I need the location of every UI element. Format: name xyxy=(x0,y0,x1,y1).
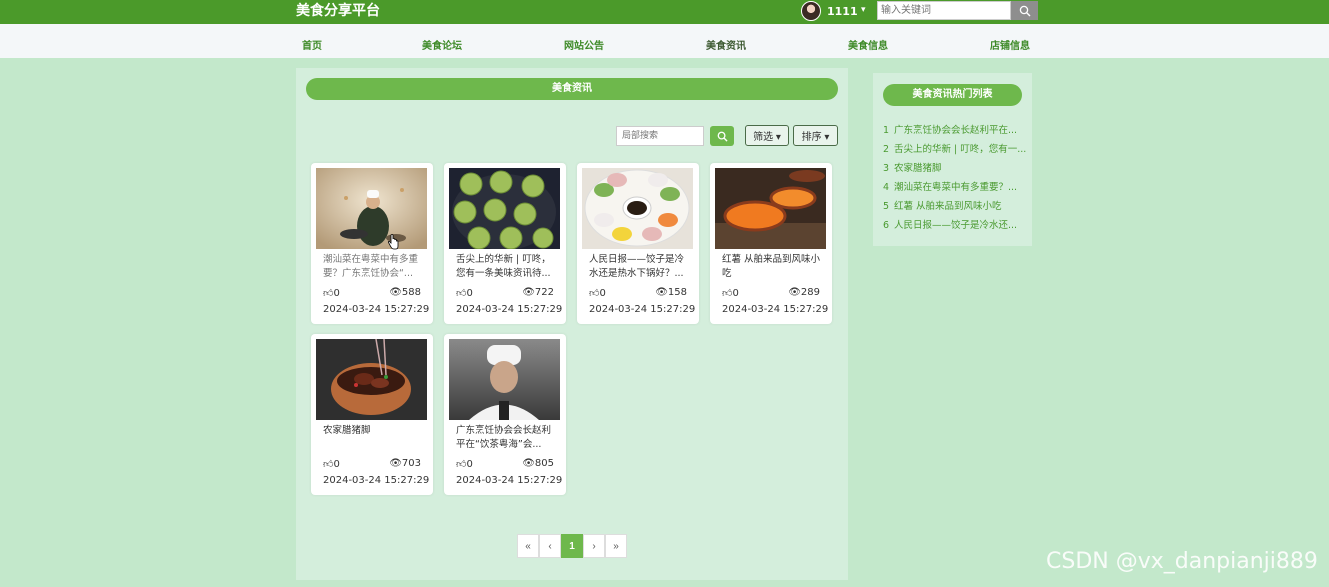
eye-icon: 👁︎ xyxy=(788,287,801,298)
brand-logo[interactable]: 美食分享平台 xyxy=(296,2,380,20)
thumbs-up-icon: 👍︎ xyxy=(323,288,334,299)
eye-icon: 👁︎ xyxy=(389,458,402,469)
hot-list-item[interactable]: 5 红薯 从舶来品到风味小吃 xyxy=(883,198,1028,212)
hot-list-item[interactable]: 4 潮汕菜在粤菜中有多重要？... xyxy=(883,179,1028,193)
local-search-button[interactable] xyxy=(710,126,734,146)
like-count: 0 xyxy=(466,288,473,299)
like-count: 0 xyxy=(333,459,340,470)
news-card[interactable]: 红薯 从舶来品到风味小吃 👍︎0 👁︎289 2024-03-24 15:27:… xyxy=(710,163,832,324)
nav-food-info[interactable]: 美食信息 xyxy=(848,37,888,52)
page-title: 美食资讯 xyxy=(306,78,838,100)
search-icon xyxy=(1019,5,1030,16)
card-views: 👁︎588 xyxy=(389,287,421,298)
card-views: 👁︎805 xyxy=(522,458,554,469)
card-title[interactable]: 潮汕菜在粤菜中有多重要？广东烹饪协会“... xyxy=(323,253,423,281)
hot-list-title: 美食资讯热门列表 xyxy=(883,84,1022,106)
news-card[interactable]: 农家腊猪脚 👍︎0 👁︎703 2024-03-24 15:27:29 xyxy=(311,334,433,495)
eye-icon: 👁︎ xyxy=(522,287,535,298)
card-title[interactable]: 红薯 从舶来品到风味小吃 xyxy=(722,253,822,281)
card-views: 👁︎722 xyxy=(522,287,554,298)
view-count: 289 xyxy=(800,287,820,298)
hot-list-panel: 美食资讯热门列表 1 广东烹饪协会会长赵利平在... 2 舌尖上的华新 | 叮咚，您… xyxy=(873,73,1032,246)
eye-icon: 👁︎ xyxy=(522,458,535,469)
hand-cursor-icon xyxy=(387,234,399,250)
user-avatar[interactable] xyxy=(801,1,821,21)
dumplings-plate-image[interactable] xyxy=(582,168,693,249)
news-card[interactable]: 舌尖上的华新 | 叮咚，您有一条美味资讯待... 👍︎0 👁︎722 2024-… xyxy=(444,163,566,324)
chef-portrait-image[interactable] xyxy=(449,339,560,420)
card-date: 2024-03-24 15:27:29 xyxy=(456,475,563,486)
main-nav: 首页 美食论坛 网站公告 美食资讯 美食信息 店铺信息 xyxy=(0,24,1329,58)
username[interactable]: 1111 xyxy=(827,5,858,18)
card-title[interactable]: 舌尖上的华新 | 叮咚，您有一条美味资讯待... xyxy=(456,253,556,281)
chef-wok-image[interactable] xyxy=(316,168,427,249)
card-likes: 👍︎0 xyxy=(456,458,473,470)
card-title[interactable]: 广东烹饪协会会长赵利平在“饮茶粤海”会... xyxy=(456,424,556,452)
eye-icon: 👁︎ xyxy=(389,287,402,298)
thumbs-up-icon: 👍︎ xyxy=(589,288,600,299)
like-count: 0 xyxy=(732,288,739,299)
like-count: 0 xyxy=(333,288,340,299)
card-date: 2024-03-24 15:27:29 xyxy=(456,304,563,315)
thumbs-up-icon: 👍︎ xyxy=(456,459,467,470)
hot-list-item[interactable]: 3 农家腊猪脚 xyxy=(883,160,1028,174)
page-current-button[interactable]: 1 xyxy=(561,534,583,558)
watermark-text: CSDN @vx_danpianji889 xyxy=(1046,549,1318,574)
card-likes: 👍︎0 xyxy=(323,458,340,470)
hot-list-item[interactable]: 2 舌尖上的华新 | 叮咚，您有一... xyxy=(883,141,1028,155)
thumbs-up-icon: 👍︎ xyxy=(722,288,733,299)
sort-dropdown[interactable]: 排序 ▾ xyxy=(793,125,838,146)
nav-shop-info[interactable]: 店铺信息 xyxy=(990,37,1030,52)
card-date: 2024-03-24 15:27:29 xyxy=(323,304,430,315)
card-likes: 👍︎0 xyxy=(589,287,606,299)
pork-pot-image[interactable] xyxy=(316,339,427,420)
filter-dropdown[interactable]: 筛选 ▾ xyxy=(745,125,789,146)
keyword-search-input[interactable] xyxy=(877,1,1011,20)
sweet-potato-image[interactable] xyxy=(715,168,826,249)
card-likes: 👍︎0 xyxy=(323,287,340,299)
view-count: 703 xyxy=(401,458,421,469)
nav-food-news[interactable]: 美食资讯 xyxy=(706,37,746,52)
keyword-search-button[interactable] xyxy=(1011,1,1038,20)
card-date: 2024-03-24 15:27:29 xyxy=(722,304,829,315)
search-icon xyxy=(717,131,728,142)
view-count: 722 xyxy=(534,287,554,298)
page-first-button[interactable]: « xyxy=(517,534,539,558)
user-menu-caret-icon[interactable]: ▾ xyxy=(861,5,866,15)
nav-forum[interactable]: 美食论坛 xyxy=(422,37,462,52)
nav-home[interactable]: 首页 xyxy=(302,37,322,52)
local-search-input[interactable] xyxy=(616,126,704,146)
card-views: 👁︎289 xyxy=(788,287,820,298)
thumbs-up-icon: 👍︎ xyxy=(323,459,334,470)
hot-list-item[interactable]: 1 广东烹饪协会会长赵利平在... xyxy=(883,122,1028,136)
view-count: 158 xyxy=(667,287,687,298)
nav-notices[interactable]: 网站公告 xyxy=(564,37,604,52)
pancakes-pan-image[interactable] xyxy=(449,168,560,249)
like-count: 0 xyxy=(599,288,606,299)
page-prev-button[interactable]: ‹ xyxy=(539,534,561,558)
page-next-button[interactable]: › xyxy=(583,534,605,558)
top-bar: 美食分享平台 1111 ▾ xyxy=(0,0,1329,24)
view-count: 588 xyxy=(401,287,421,298)
page-last-button[interactable]: » xyxy=(605,534,627,558)
like-count: 0 xyxy=(466,459,473,470)
eye-icon: 👁︎ xyxy=(655,287,668,298)
news-card[interactable]: 广东烹饪协会会长赵利平在“饮茶粤海”会... 👍︎0 👁︎805 2024-03… xyxy=(444,334,566,495)
thumbs-up-icon: 👍︎ xyxy=(456,288,467,299)
news-card[interactable]: 人民日报——饺子是冷水还是热水下锅好？... 👍︎0 👁︎158 2024-03… xyxy=(577,163,699,324)
card-views: 👁︎703 xyxy=(389,458,421,469)
hot-list-item[interactable]: 6 人民日报——饺子是冷水还... xyxy=(883,217,1028,231)
card-date: 2024-03-24 15:27:29 xyxy=(323,475,430,486)
view-count: 805 xyxy=(534,458,554,469)
card-views: 👁︎158 xyxy=(655,287,687,298)
card-title[interactable]: 农家腊猪脚 xyxy=(323,424,423,452)
card-likes: 👍︎0 xyxy=(456,287,473,299)
news-card[interactable]: 潮汕菜在粤菜中有多重要？广东烹饪协会“... 👍︎0 👁︎588 2024-03… xyxy=(311,163,433,324)
card-likes: 👍︎0 xyxy=(722,287,739,299)
card-date: 2024-03-24 15:27:29 xyxy=(589,304,696,315)
card-title[interactable]: 人民日报——饺子是冷水还是热水下锅好？... xyxy=(589,253,689,281)
